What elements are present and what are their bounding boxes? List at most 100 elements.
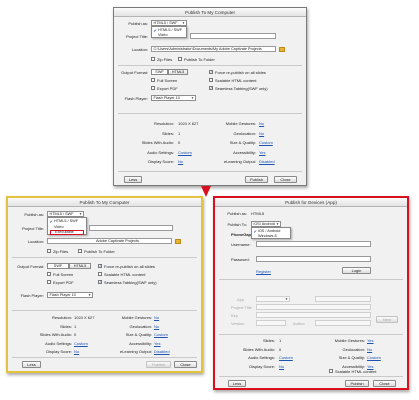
fullscreen-label: Full Screen (53, 271, 74, 277)
info-key: Display Score: (249, 363, 275, 369)
format-swf-toggle[interactable]: SWF (151, 69, 168, 75)
info-value-link[interactable]: No (178, 159, 183, 164)
project-title-input[interactable] (89, 225, 173, 231)
divider (12, 357, 197, 358)
register-link[interactable]: Register (256, 269, 271, 274)
info-value-link[interactable]: Yes (367, 338, 374, 343)
folder-icon[interactable] (175, 239, 181, 244)
location-input[interactable]: C:\Users\Administrator\Documents\My Adob… (151, 46, 276, 52)
publish-button[interactable]: Publish (146, 361, 171, 368)
author-field[interactable] (315, 320, 371, 326)
export-pdf-checkbox[interactable] (151, 86, 155, 90)
menu-item-video[interactable]: Video (48, 225, 86, 230)
chevron-down-icon: ▼ (182, 21, 185, 25)
info-value-link[interactable]: No (74, 349, 79, 354)
menu-item-executable[interactable]: Executable (50, 230, 84, 235)
seamless-tabbing-label: Seamless Tabbing(SWF only) (215, 85, 268, 91)
key-label: Key (231, 313, 238, 318)
info-value: 1024 X 627 (178, 121, 199, 126)
flash-player-select[interactable]: Flash Player 10 ▼ (47, 292, 93, 298)
seamless-tabbing-checkbox[interactable]: ✓ (98, 280, 102, 284)
publish-to-folder-checkbox[interactable] (178, 57, 182, 61)
location-value: C:\Users\Administrator\Documents\My Adob… (153, 47, 262, 51)
info-value-link[interactable]: Custom (367, 355, 381, 360)
close-button[interactable]: Close (373, 380, 396, 387)
format-html5-toggle[interactable]: HTML5 (168, 69, 188, 75)
scalable-html-checkbox[interactable] (209, 78, 213, 82)
version-field[interactable] (256, 320, 286, 326)
login-button[interactable]: Login (342, 267, 371, 274)
fullscreen-checkbox[interactable] (47, 272, 51, 276)
info-key: eLearning Output: (223, 159, 256, 164)
info-key: Slides With Audio: (39, 332, 72, 337)
project-title-field[interactable] (256, 304, 371, 310)
password-input[interactable] (256, 256, 371, 262)
project-title-label: Project Title (231, 305, 252, 310)
force-republish-checkbox[interactable]: ✓ (98, 264, 102, 268)
scalable-html-checkbox[interactable] (98, 272, 102, 276)
info-value-link[interactable]: Custom (259, 140, 273, 145)
info-key: Slides: (59, 323, 72, 329)
seamless-tabbing-checkbox[interactable]: ✓ (209, 86, 213, 90)
info-value-link[interactable]: Yes (259, 150, 266, 155)
menu-item-windows8[interactable]: Windows 8 (252, 234, 290, 239)
less-button[interactable]: Less (22, 361, 41, 368)
format-swf-toggle[interactable]: SWF (47, 263, 69, 269)
project-title-input[interactable] (190, 33, 276, 39)
info-key: Geolocation: (233, 130, 256, 136)
info-value-link[interactable]: No (279, 364, 284, 369)
info-value-link[interactable]: Custom (178, 150, 192, 155)
info-value-link[interactable]: Custom (74, 341, 88, 346)
fullscreen-checkbox[interactable] (151, 78, 155, 82)
info-value-link[interactable]: Yes (154, 341, 161, 346)
flash-player-select[interactable]: Flash Player 10 ▼ (151, 95, 196, 101)
location-value: Adobe Captivate Projects (96, 239, 139, 243)
export-pdf-checkbox[interactable] (47, 280, 51, 284)
force-republish-label: Force re-publish on all slides (104, 263, 155, 269)
phonegap-heading: PhoneGap (231, 232, 252, 237)
menu-item-label: HTML5 / SWF (158, 28, 183, 32)
publish-to-folder-label: Publish To Folder (184, 56, 215, 62)
info-value-link[interactable]: Disabled (259, 159, 275, 164)
info-value-link[interactable]: No (259, 121, 264, 126)
zip-files-checkbox[interactable] (47, 249, 51, 253)
info-value-link[interactable]: Disabled (154, 349, 170, 354)
app-field[interactable] (315, 296, 371, 302)
close-button[interactable]: Close (174, 361, 197, 368)
publish-to-folder-checkbox[interactable] (78, 249, 82, 253)
divider (12, 257, 197, 258)
next-button[interactable]: Next (376, 316, 398, 323)
author-label: Author (293, 321, 305, 326)
force-republish-label: Force re-publish on all slides (215, 69, 266, 75)
publish-button[interactable]: Publish (345, 380, 369, 387)
scalable-html-checkbox[interactable] (329, 369, 333, 373)
username-input[interactable] (256, 241, 371, 247)
zip-files-checkbox[interactable] (151, 57, 155, 61)
menu-item-video[interactable]: Video (152, 33, 186, 38)
close-button[interactable]: Close (274, 176, 297, 183)
info-value-link[interactable]: Custom (279, 355, 293, 360)
divider (219, 334, 403, 335)
menu-item-html5[interactable]: ✔ HTML5 / SWF (48, 219, 86, 224)
format-html5-toggle[interactable]: HTML5 (69, 263, 91, 269)
less-button[interactable]: Less (124, 176, 142, 183)
info-value-link[interactable]: No (259, 131, 264, 136)
divider (118, 65, 302, 66)
info-key: Accessibility: (233, 149, 256, 155)
folder-icon[interactable] (279, 47, 285, 52)
info-value-link[interactable]: No (154, 315, 159, 320)
chevron-down-icon: ▼ (79, 212, 82, 216)
info-value-link[interactable]: No (367, 347, 372, 352)
publish-button[interactable]: Publish (245, 176, 268, 183)
less-button[interactable]: Less (228, 380, 246, 387)
app-select[interactable]: ▼ (256, 296, 290, 302)
info-value: 1024 X 627 (74, 315, 95, 320)
location-input[interactable]: Adobe Captivate Projects (47, 238, 172, 244)
key-field[interactable] (256, 312, 371, 318)
info-value-link[interactable]: Custom (154, 332, 168, 337)
password-label: Password: (231, 257, 250, 262)
force-republish-checkbox[interactable]: ✓ (209, 70, 213, 74)
project-title-label: Project Title: (21, 225, 44, 231)
chevron-down-icon: ▼ (285, 297, 288, 301)
info-value-link[interactable]: No (154, 324, 159, 329)
